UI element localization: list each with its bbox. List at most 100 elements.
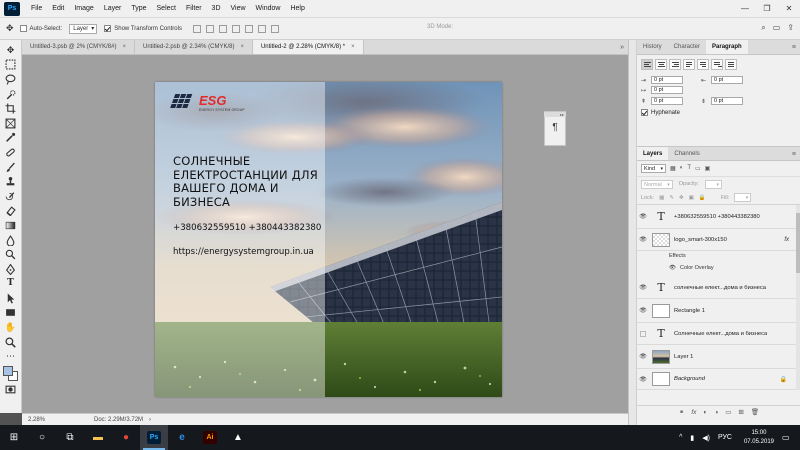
chrome-app[interactable]: ● <box>112 425 140 450</box>
menu-window[interactable]: Window <box>251 0 286 18</box>
foreground-color-swatch[interactable] <box>2 366 13 377</box>
tab-history[interactable]: History <box>637 40 668 54</box>
menu-edit[interactable]: Edit <box>47 0 69 18</box>
distribute-icon[interactable] <box>270 24 279 33</box>
delete-layer-icon[interactable]: 🗑 <box>751 408 759 416</box>
space-after-field[interactable]: 0 pt <box>711 97 743 105</box>
justify-all-icon[interactable] <box>725 59 737 70</box>
history-brush-tool-icon[interactable] <box>3 189 19 204</box>
layer-row-background[interactable]: 👁 Background 🔒 <box>637 369 797 390</box>
new-adjustment-layer-icon[interactable]: ◑ <box>714 409 718 416</box>
menu-select[interactable]: Select <box>152 0 181 18</box>
tab-untitled-3[interactable]: Untitled-3.psb @ 2% (CMYK/8#) × <box>22 40 135 54</box>
dodge-tool-icon[interactable] <box>3 247 19 262</box>
effect-visibility-eye-icon[interactable]: 👁 <box>669 265 676 271</box>
filter-adjustment-icon[interactable]: ◐ <box>680 165 684 172</box>
add-layer-style-icon[interactable]: fx <box>691 409 696 416</box>
layers-scrollbar[interactable] <box>796 205 800 390</box>
close-tab-icon[interactable]: × <box>240 44 244 50</box>
tab-channels[interactable]: Channels <box>668 147 705 160</box>
brush-tool-icon[interactable] <box>3 160 19 175</box>
edge-app[interactable]: e <box>168 425 196 450</box>
frame-tool-icon[interactable] <box>3 116 19 131</box>
layer-row-logo[interactable]: 👁 logo_smart-300x150 fx <box>637 229 797 251</box>
align-right-text-icon[interactable] <box>669 59 681 70</box>
menu-filter[interactable]: Filter <box>181 0 207 18</box>
visibility-eye-icon[interactable]: 👁 <box>637 213 649 220</box>
volume-icon[interactable]: ◀) <box>702 434 710 442</box>
visibility-eye-icon[interactable]: 👁 <box>637 307 649 314</box>
layer-row-rectangle[interactable]: 👁 Rectangle 1 <box>637 299 797 323</box>
auto-select-checkbox[interactable] <box>19 25 27 32</box>
quick-mask-icon[interactable] <box>3 382 19 397</box>
zoom-tool-icon[interactable] <box>3 335 19 350</box>
language-indicator[interactable]: РУС <box>718 434 732 441</box>
justify-last-left-icon[interactable] <box>683 59 695 70</box>
file-explorer-app[interactable]: ▬ <box>84 425 112 450</box>
add-mask-icon[interactable]: ◐ <box>703 409 707 416</box>
menu-view[interactable]: View <box>226 0 251 18</box>
visibility-toggle-empty[interactable] <box>640 330 646 337</box>
rectangle-tool-icon[interactable] <box>3 306 19 321</box>
task-view-button[interactable]: ⧉ <box>56 425 84 450</box>
space-before-field[interactable]: 0 pt <box>651 97 683 105</box>
network-icon[interactable]: ▮ <box>690 434 694 442</box>
photoshop-app[interactable]: Ps <box>140 425 168 450</box>
lock-artboard-icon[interactable]: ▣ <box>689 195 694 201</box>
justify-last-center-icon[interactable] <box>697 59 709 70</box>
auto-select-option[interactable]: Auto-Select: <box>19 25 62 32</box>
align-bottom-icon[interactable] <box>257 24 266 33</box>
filter-shape-icon[interactable]: ▭ <box>695 165 701 172</box>
clock[interactable]: 15:00 07.05.2019 <box>744 429 774 447</box>
paragraph-panel-icon[interactable]: ¶ <box>552 122 557 133</box>
tab-untitled-2[interactable]: Untitled-2 @ 2.28% (CMYK/8) * × <box>252 40 364 54</box>
visibility-eye-icon[interactable]: 👁 <box>637 353 649 360</box>
move-tool-icon[interactable]: ✥ <box>3 43 19 58</box>
menu-type[interactable]: Type <box>126 0 151 18</box>
filter-pixel-icon[interactable]: ▦ <box>670 165 676 172</box>
healing-brush-tool-icon[interactable] <box>3 145 19 160</box>
layer-effects-icon[interactable]: fx <box>784 237 789 243</box>
menu-help[interactable]: Help <box>285 0 309 18</box>
layer-row-headline-hidden[interactable]: T Солнечные елект...дома и бизнеса <box>637 323 797 345</box>
align-middle-icon[interactable] <box>244 24 253 33</box>
menu-image[interactable]: Image <box>69 0 98 18</box>
search-button[interactable]: ○ <box>28 425 56 450</box>
hyphenate-option[interactable]: Hyphenate <box>641 109 796 116</box>
opacity-field[interactable] <box>704 179 722 189</box>
panel-dock-strip[interactable] <box>628 40 636 425</box>
tabs-overflow-icon[interactable]: » <box>620 40 624 55</box>
visibility-eye-icon[interactable]: 👁 <box>637 236 649 243</box>
new-layer-icon[interactable]: ⊞ <box>738 408 743 416</box>
fill-field[interactable] <box>734 193 752 202</box>
lock-all-icon[interactable]: 🔒 <box>699 195 706 201</box>
zoom-level[interactable]: 2.28% <box>28 417 64 423</box>
show-hidden-icons-icon[interactable]: ^ <box>679 434 682 441</box>
close-tab-icon[interactable]: × <box>351 44 355 50</box>
type-tool-icon[interactable]: T <box>3 277 19 292</box>
marquee-tool-icon[interactable] <box>3 58 19 73</box>
start-button[interactable]: ⊞ <box>0 425 28 450</box>
layer-row-phones[interactable]: 👁 T +380632559510 +380443382380 <box>637 205 797 229</box>
clone-stamp-tool-icon[interactable] <box>3 174 19 189</box>
transform-controls-option[interactable]: Show Transform Controls <box>104 25 182 32</box>
indent-left-field[interactable]: 0 pt <box>651 76 683 84</box>
minimize-button[interactable]: — <box>734 0 756 18</box>
status-menu-arrow-icon[interactable]: › <box>149 417 151 423</box>
close-window-button[interactable]: ✕ <box>778 0 800 18</box>
illustrator-app[interactable]: Ai <box>196 425 224 450</box>
maximize-button[interactable]: ❐ <box>756 0 778 18</box>
menu-3d[interactable]: 3D <box>207 0 226 18</box>
color-overlay-sub-row[interactable]: 👁 Color Overlay <box>669 265 714 271</box>
tab-paragraph[interactable]: Paragraph <box>706 40 748 54</box>
artboard[interactable]: ESG ENERGY SYSTEM GROUP СОЛНЕЧНЫЕ ЕЛЕКТР… <box>155 82 502 397</box>
filter-smart-object-icon[interactable]: ▣ <box>705 165 711 172</box>
link-layers-icon[interactable]: ⚭ <box>679 408 684 416</box>
menu-file[interactable]: File <box>26 0 47 18</box>
hyphenate-checkbox[interactable] <box>641 109 648 116</box>
tab-layers[interactable]: Layers <box>637 147 669 160</box>
crop-tool-icon[interactable] <box>3 101 19 116</box>
share-icon[interactable]: ⇪ <box>787 23 794 33</box>
visibility-eye-icon[interactable]: 👁 <box>637 284 649 291</box>
document-canvas-area[interactable]: ESG ENERGY SYSTEM GROUP СОЛНЕЧНЫЕ ЕЛЕКТР… <box>22 55 628 413</box>
